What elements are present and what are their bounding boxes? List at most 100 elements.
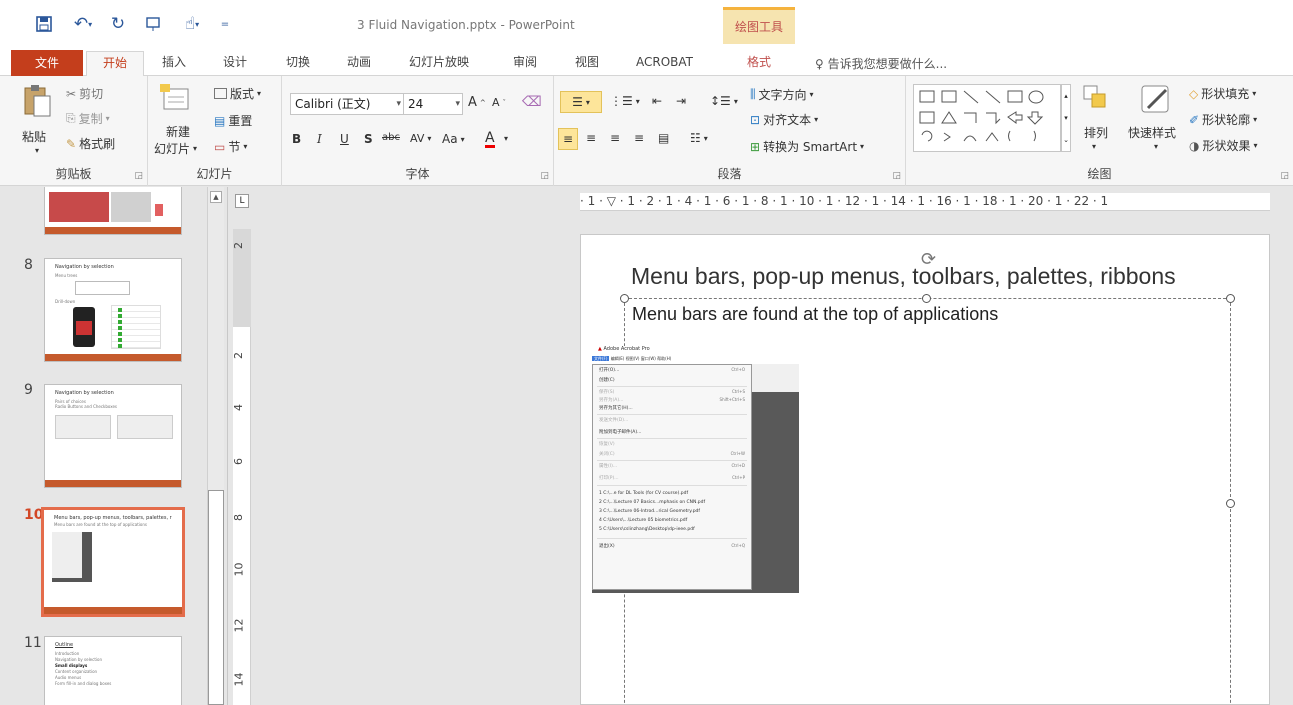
section-button[interactable]: ▭ 节 ▾ — [214, 138, 247, 155]
distributed-icon[interactable]: ▤ — [658, 131, 669, 145]
align-text-button[interactable]: ⊡ 对齐文本 ▾ — [750, 111, 818, 128]
tell-me-box[interactable]: ♀ 告诉我您想要做什么... — [815, 55, 947, 72]
slide-thumbnail-7[interactable] — [44, 187, 182, 235]
customize-qat-icon[interactable]: = — [218, 12, 232, 36]
new-slide-label[interactable]: 新建 — [166, 123, 190, 140]
shape-outline-button[interactable]: ✐ 形状轮廓 ▾ — [1189, 111, 1257, 128]
quick-styles-dropdown-icon[interactable]: ▾ — [1154, 142, 1158, 151]
layout-button[interactable]: 版式 ▾ — [214, 85, 261, 102]
horizontal-ruler[interactable]: · 1 · ▽ · 1 · 2 · 1 · 4 · 1 · 6 · 1 · 8 … — [580, 193, 1270, 211]
slide-body-text[interactable]: Menu bars are found at the top of applic… — [632, 304, 998, 325]
font-size-select[interactable]: 24 ▾ — [403, 93, 463, 115]
tab-acrobat[interactable]: ACROBAT — [636, 51, 693, 75]
cut-button[interactable]: ✂ 剪切 — [66, 85, 103, 102]
section-icon: ▭ — [214, 139, 226, 154]
line-spacing-icon[interactable]: ↕☰ ▾ — [710, 94, 738, 108]
bold-icon[interactable]: B — [292, 132, 301, 146]
tab-animations[interactable]: 动画 — [347, 51, 371, 75]
slide-thumbnail-11[interactable]: Outline Introduction Navigation by selec… — [44, 636, 182, 705]
font-launcher-icon[interactable]: ◲ — [540, 171, 549, 181]
shape-gallery[interactable] — [913, 84, 1061, 152]
char-spacing-icon[interactable]: AV ▾ — [410, 132, 431, 145]
clear-format-icon[interactable]: ⌫ — [522, 94, 542, 110]
font-name-select[interactable]: Calibri (正文) ▾ — [290, 93, 404, 115]
copy-button[interactable]: ⎘ 复制 ▾ — [66, 110, 110, 127]
slides-group-label: 幻灯片 — [196, 167, 233, 181]
tab-review[interactable]: 审阅 — [513, 51, 537, 75]
thumbnail-scrollbar[interactable]: ▲ — [207, 187, 224, 705]
convert-smartart-button[interactable]: ⊞ 转换为 SmartArt ▾ — [750, 138, 864, 155]
separator — [597, 438, 747, 439]
paste-label[interactable]: 粘贴 — [22, 128, 46, 145]
tab-insert[interactable]: 插入 — [162, 51, 186, 75]
quick-styles-button[interactable]: 快速样式 — [1128, 124, 1176, 141]
resize-handle[interactable] — [922, 294, 931, 303]
arrange-dropdown-icon[interactable]: ▾ — [1092, 142, 1096, 151]
shadow-icon[interactable]: S — [364, 132, 373, 146]
bullets-icon[interactable]: ☰ ▾ — [560, 91, 602, 113]
redo-icon[interactable]: ↻ — [108, 12, 128, 36]
smartart-icon: ⊞ — [750, 139, 761, 154]
arrange-button[interactable]: 排列 — [1084, 124, 1108, 141]
save-icon[interactable] — [34, 12, 54, 36]
align-right-icon[interactable]: ≡ — [610, 131, 620, 145]
italic-icon[interactable]: I — [317, 132, 322, 146]
change-case-button[interactable]: Aa ▾ — [442, 132, 465, 146]
shape-effects-button[interactable]: ◑ 形状效果 ▾ — [1189, 137, 1258, 154]
thumb-text: Content organization — [55, 669, 98, 674]
paste-dropdown-icon[interactable]: ▾ — [35, 146, 39, 155]
new-slide-dropdown[interactable]: 幻灯片 ▾ — [154, 140, 197, 157]
tab-home[interactable]: 开始 — [86, 51, 144, 77]
align-center-icon[interactable]: ≡ — [586, 131, 596, 145]
slide-thumbnail-9[interactable]: Navigation by selection Pairs of choices… — [44, 384, 182, 488]
slide-thumbnail-10[interactable]: Menu bars, pop-up menus, toolbars, palet… — [41, 507, 185, 617]
tab-format[interactable]: 格式 — [727, 51, 791, 75]
underline-icon[interactable]: U — [340, 132, 349, 146]
shape-fill-button[interactable]: ◇ 形状填充 ▾ — [1189, 85, 1256, 102]
paste-button[interactable] — [22, 84, 52, 118]
text-direction-button[interactable]: ⫼ 文字方向 ▾ — [750, 86, 814, 103]
decrease-indent-icon[interactable]: ⇤ — [652, 94, 662, 108]
touch-mode-icon[interactable]: ☝ ▾ — [174, 12, 210, 36]
numbering-icon[interactable]: ⋮☰ ▾ — [610, 94, 640, 108]
tab-design[interactable]: 设计 — [223, 51, 247, 75]
paragraph-launcher-icon[interactable]: ◲ — [892, 171, 901, 181]
font-color-dropdown-icon[interactable]: ▾ — [504, 134, 508, 143]
slide-canvas[interactable]: ⟳ Menu bars, pop-up menus, toolbars, pal… — [580, 234, 1270, 705]
align-left-icon[interactable]: ≡ — [558, 128, 578, 150]
resize-handle[interactable] — [620, 294, 629, 303]
scroll-up-icon[interactable]: ▲ — [210, 191, 222, 203]
grow-font-icon[interactable]: A ^ — [468, 95, 486, 110]
clipboard-launcher-icon[interactable]: ◲ — [134, 171, 143, 181]
tab-view[interactable]: 视图 — [575, 51, 599, 75]
tab-file[interactable]: 文件 — [11, 50, 83, 77]
strikethrough-icon[interactable]: abc — [382, 132, 400, 143]
reset-button[interactable]: ▤ 重置 — [214, 112, 252, 129]
shrink-font-icon[interactable]: Aˇ — [492, 96, 506, 109]
shape-gallery-scroll[interactable]: ▴ ▾ ⌄ — [1061, 84, 1071, 152]
justify-icon[interactable]: ≡ — [634, 131, 644, 145]
vertical-ruler[interactable]: 2 2 4 6 8 10 12 14 — [232, 229, 251, 705]
tab-selector[interactable]: L — [235, 194, 249, 208]
columns-icon[interactable]: ☷ ▾ — [690, 131, 708, 145]
font-color-icon[interactable]: A — [485, 131, 495, 148]
tab-slideshow[interactable]: 幻灯片放映 — [409, 51, 469, 75]
slide-thumbnail-8[interactable]: Navigation by selection Menu trees Drill… — [44, 258, 182, 362]
resize-handle[interactable] — [1226, 499, 1235, 508]
undo-icon[interactable]: ↶ ▾ — [68, 12, 98, 36]
slide-thumbnail-pane[interactable]: 8 Navigation by selection Menu trees Dri… — [0, 187, 228, 705]
slideshow-start-icon[interactable] — [142, 12, 164, 36]
thumb-image — [111, 305, 161, 349]
scroll-thumb[interactable] — [208, 490, 224, 705]
separator — [597, 414, 747, 415]
acrobat-menu-screenshot[interactable]: ▲ Adobe Acrobat Pro 文件(F) 编辑(E) 视图(V) 窗口… — [592, 346, 799, 593]
new-slide-icon[interactable] — [158, 81, 192, 115]
slide-title[interactable]: Menu bars, pop-up menus, toolbars, palet… — [631, 263, 1176, 290]
quick-styles-icon[interactable] — [1138, 80, 1174, 116]
resize-handle[interactable] — [1226, 294, 1235, 303]
drawing-launcher-icon[interactable]: ◲ — [1280, 171, 1289, 181]
arrange-icon[interactable] — [1082, 84, 1108, 110]
tab-transitions[interactable]: 切换 — [286, 51, 310, 75]
format-painter-button[interactable]: ✎ 格式刷 — [66, 135, 115, 152]
increase-indent-icon[interactable]: ⇥ — [676, 94, 686, 108]
